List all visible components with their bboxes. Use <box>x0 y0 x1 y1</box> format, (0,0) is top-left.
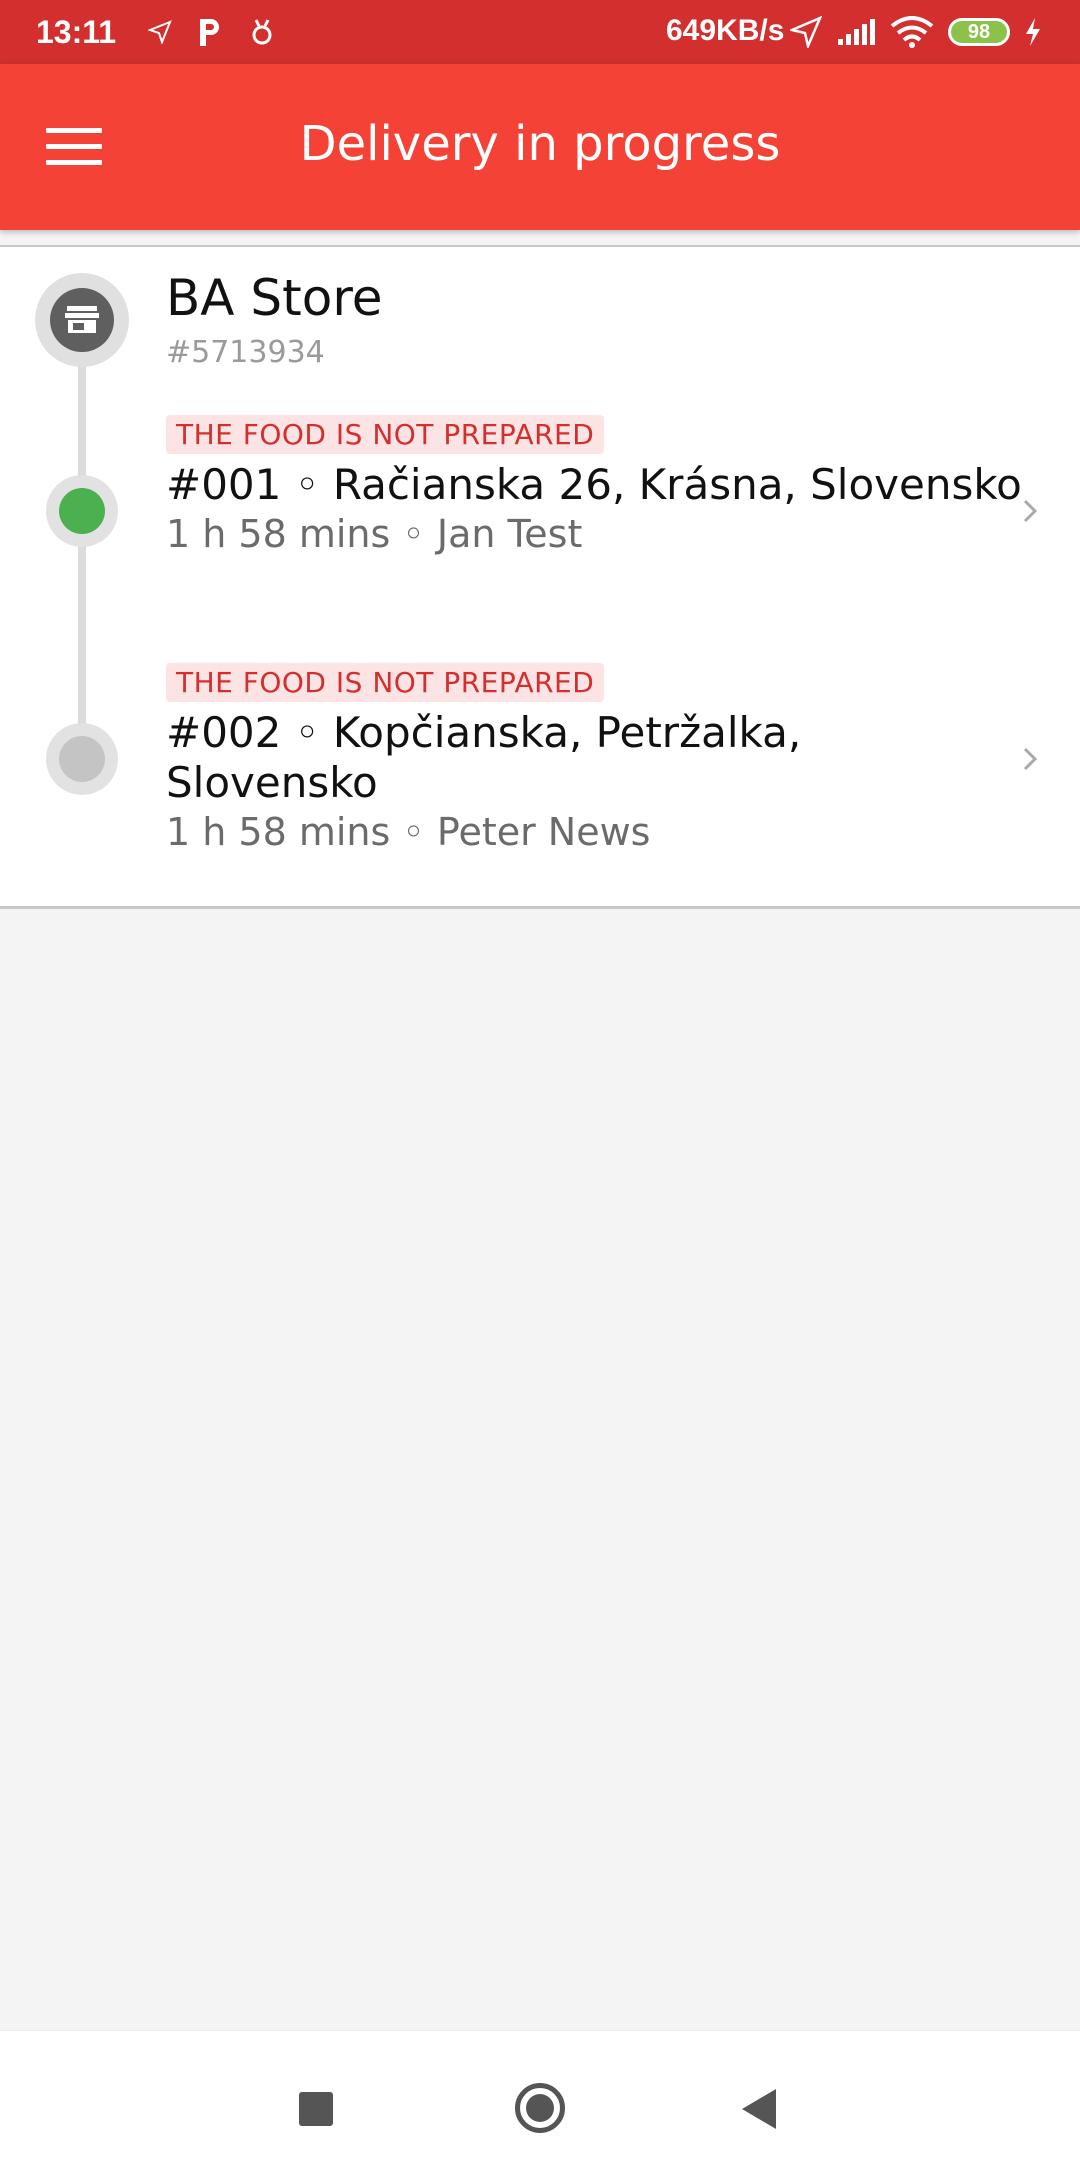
order-node-001 <box>46 475 118 547</box>
status-bar: 13:11 649KB/s 98 <box>0 0 1080 64</box>
parking-icon <box>200 19 219 46</box>
page-title: Delivery in progress <box>299 116 781 172</box>
battery-indicator: 98 <box>948 18 1010 46</box>
order-node-002 <box>46 723 118 795</box>
order-item-002[interactable]: THE FOOD IS NOT PREPARED #002 ◦ Kopčians… <box>166 663 1026 854</box>
order-meta: 1 h 58 mins ◦ Peter News <box>166 810 651 854</box>
order-status-dot <box>59 488 105 534</box>
chevron-right-icon[interactable] <box>1020 489 1044 523</box>
store-name: BA Store <box>166 269 383 327</box>
network-speed: 649KB/s <box>666 14 785 47</box>
store-icon <box>65 306 99 333</box>
order-status-dot <box>59 736 105 782</box>
status-time: 13:11 <box>36 14 117 50</box>
status-badge: THE FOOD IS NOT PREPARED <box>166 415 605 454</box>
app-bar: Delivery in progress <box>0 64 1080 230</box>
back-button[interactable] <box>742 2089 776 2129</box>
location-arrow-icon <box>148 20 172 44</box>
order-title: #001 ◦ Račianska 26, Krásna, Slovensko <box>166 460 1022 509</box>
chevron-right-icon[interactable] <box>1020 737 1044 771</box>
home-button[interactable] <box>515 2083 565 2133</box>
recent-apps-button[interactable] <box>299 2092 333 2126</box>
wifi-icon <box>890 16 934 48</box>
order-item-001[interactable]: THE FOOD IS NOT PREPARED #001 ◦ Račiansk… <box>166 415 1026 556</box>
status-right-icons: 98 <box>790 12 1042 52</box>
store-order-id: #5713934 <box>166 335 325 370</box>
status-left-icons <box>148 14 276 50</box>
delivery-route-card: BA Store #5713934 THE FOOD IS NOT PREPAR… <box>0 245 1080 909</box>
system-navigation-bar <box>0 2030 1080 2161</box>
navigation-icon <box>790 16 822 48</box>
store-node <box>35 273 129 367</box>
signal-icon <box>838 19 875 45</box>
order-meta: 1 h 58 mins ◦ Jan Test <box>166 512 583 556</box>
status-badge: THE FOOD IS NOT PREPARED <box>166 663 605 702</box>
charging-bolt-icon <box>1026 18 1040 46</box>
order-title: #002 ◦ Kopčianska, Petržalka, Slovensko <box>166 708 802 807</box>
bug-icon <box>252 19 272 45</box>
